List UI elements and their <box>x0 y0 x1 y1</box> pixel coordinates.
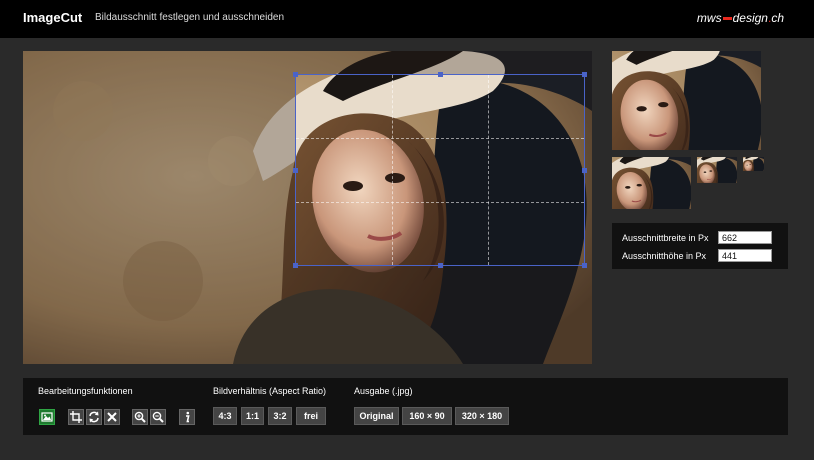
crop-grid-line <box>392 75 393 265</box>
crop-icon <box>70 411 82 423</box>
app-title: ImageCut <box>23 10 83 25</box>
zoom-in-icon <box>134 411 146 423</box>
image-canvas[interactable] <box>23 51 592 364</box>
ratio-1-1-button[interactable]: 1:1 <box>241 407 264 425</box>
crop-mask <box>23 266 592 364</box>
close-icon <box>107 412 117 422</box>
crop-handle-e[interactable] <box>582 168 587 173</box>
ratio-4-3-button[interactable]: 4:3 <box>213 407 237 425</box>
edit-functions-label: Bearbeitungsfunktionen <box>38 386 133 396</box>
output-label: Ausgabe (.jpg) <box>354 386 413 396</box>
crop-handle-se[interactable] <box>582 263 587 268</box>
crop-height-input[interactable] <box>718 249 772 262</box>
brand-name-part: mws <box>696 11 722 25</box>
crop-handle-w[interactable] <box>293 168 298 173</box>
crop-height-label: Ausschnitthöhe in Px <box>622 251 707 261</box>
preview-tiny <box>743 157 764 171</box>
crop-grid-line <box>296 138 584 139</box>
brand-logo[interactable]: mws design.ch <box>697 11 784 25</box>
crop-handle-n[interactable] <box>438 72 443 77</box>
crop-handle-nw[interactable] <box>293 72 298 77</box>
ratio-3-2-button[interactable]: 3:2 <box>268 407 292 425</box>
zoom-out-button[interactable] <box>150 409 166 425</box>
preview-medium <box>612 157 691 209</box>
crop-handle-ne[interactable] <box>582 72 587 77</box>
brand-tld: ch <box>771 11 784 25</box>
rotate-icon <box>89 411 99 423</box>
bottom-toolbar: Bearbeitungsfunktionen Bildverhältnis (A… <box>23 378 788 435</box>
preview-small <box>697 157 737 183</box>
crop-size-panel: Ausschnittbreite in Px Ausschnitthöhe in… <box>612 223 788 269</box>
brand-name-part: design <box>732 11 768 25</box>
image-icon <box>41 412 53 422</box>
info-icon <box>186 411 190 423</box>
crop-width-input[interactable] <box>718 231 772 244</box>
zoom-in-button[interactable] <box>132 409 148 425</box>
app-header: ImageCut Bildausschnitt festlegen und au… <box>0 0 814 38</box>
ratio-free-button[interactable]: frei <box>296 407 326 425</box>
brand-dash-icon <box>722 17 732 21</box>
aspect-ratio-label: Bildverhältnis (Aspect Ratio) <box>213 386 327 396</box>
crop-mask <box>23 51 592 74</box>
rotate-button[interactable] <box>86 409 102 425</box>
crop-grid-line <box>488 75 489 265</box>
crop-width-label: Ausschnittbreite in Px <box>622 233 709 243</box>
crop-handle-sw[interactable] <box>293 263 298 268</box>
crop-button[interactable] <box>68 409 84 425</box>
crop-mask <box>23 74 295 266</box>
crop-selection[interactable] <box>293 72 587 268</box>
image-button[interactable] <box>39 409 55 425</box>
zoom-out-icon <box>152 411 164 423</box>
crop-handle-s[interactable] <box>438 263 443 268</box>
info-button[interactable] <box>179 409 195 425</box>
output-original-button[interactable]: Original <box>354 407 399 425</box>
app-subtitle: Bildausschnitt festlegen und ausschneide… <box>95 12 285 23</box>
crop-grid-line <box>296 202 584 203</box>
output-320x180-button[interactable]: 320 × 180 <box>455 407 509 425</box>
preview-large <box>612 51 761 150</box>
output-160x90-button[interactable]: 160 × 90 <box>402 407 452 425</box>
delete-button[interactable] <box>104 409 120 425</box>
